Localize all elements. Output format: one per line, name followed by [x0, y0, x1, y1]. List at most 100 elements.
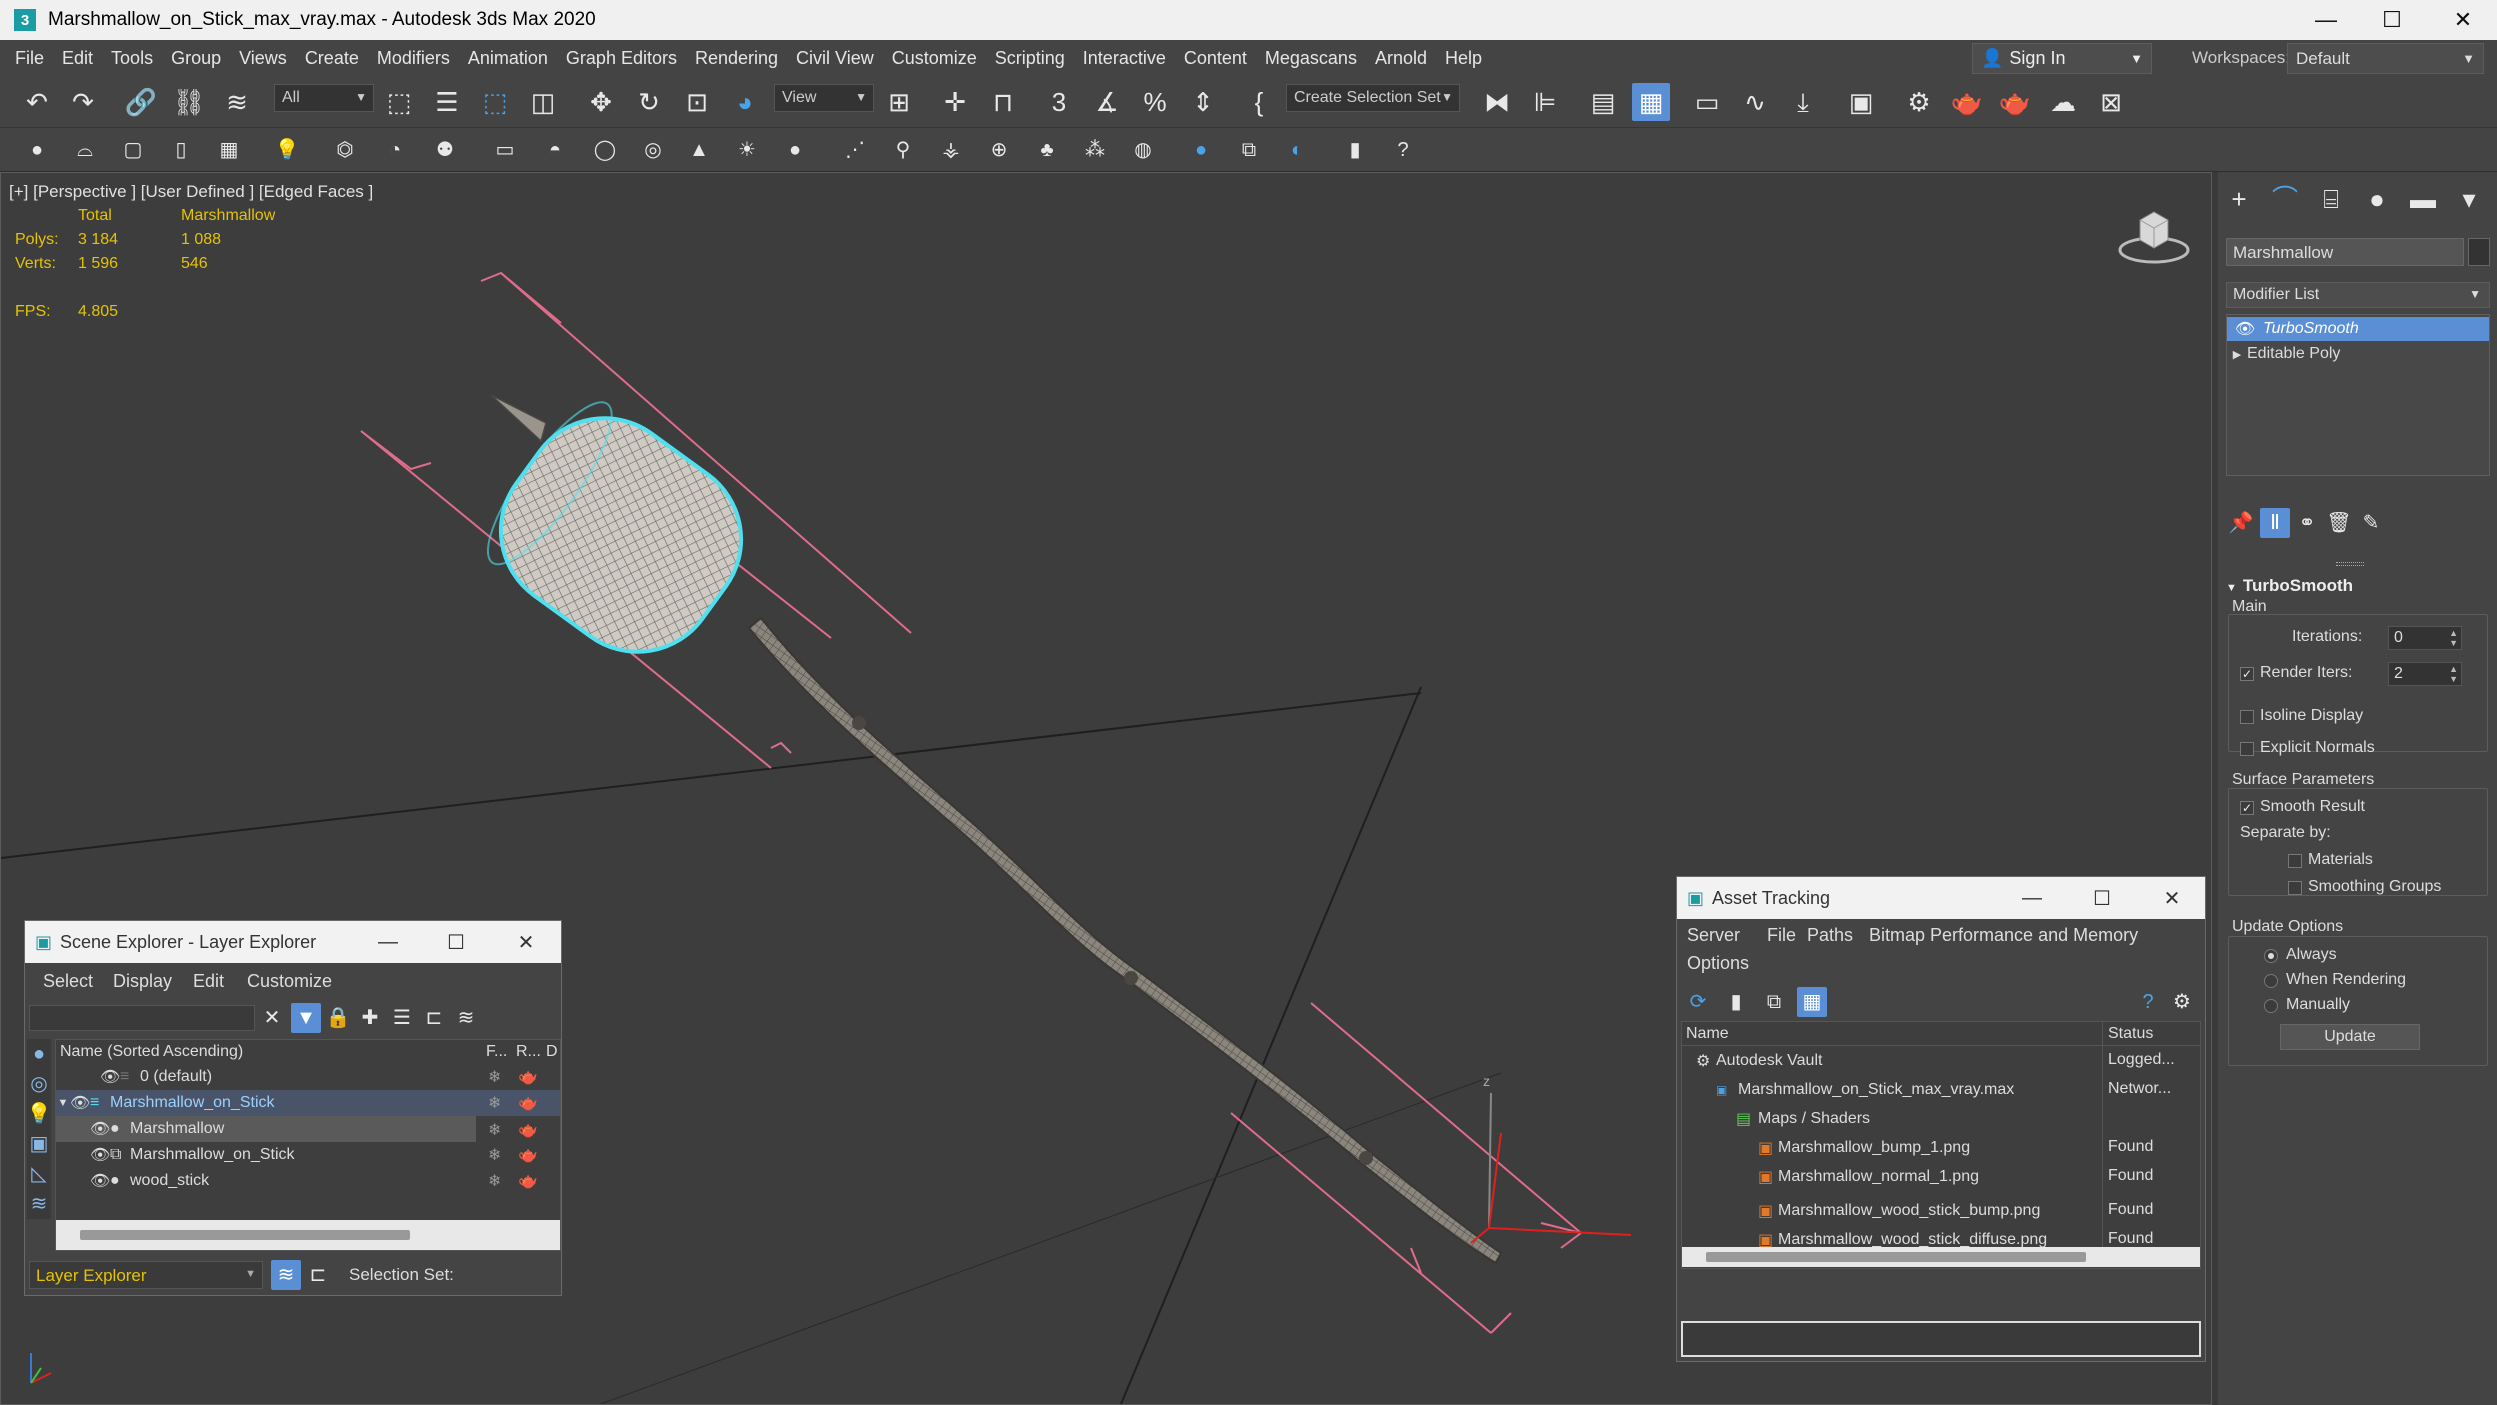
angle-snap-icon[interactable]: ∡: [1088, 83, 1126, 121]
box-icon[interactable]: ▢: [118, 135, 148, 165]
align-icon[interactable]: ⊫: [1526, 83, 1564, 121]
toggle-layer-explorer-icon[interactable]: ▦: [1632, 83, 1670, 121]
motion-tab-icon[interactable]: ●: [2358, 180, 2396, 218]
update-button[interactable]: Update: [2280, 1024, 2420, 1050]
col-name-header[interactable]: Name: [1686, 1025, 1729, 1043]
spinner-arrows-icon[interactable]: ▲ ▼: [2449, 664, 2458, 684]
eye-icon[interactable]: 👁: [100, 1067, 120, 1087]
mesh-icon[interactable]: ⚶: [936, 135, 966, 165]
freeze-icon[interactable]: ❄: [488, 1171, 501, 1191]
create-tab-plus-icon[interactable]: +: [2220, 180, 2258, 218]
render-iters-spinner[interactable]: 2 ▲ ▼: [2388, 662, 2462, 686]
at-menu-options[interactable]: Options: [1687, 953, 1749, 974]
menu-graph-editors[interactable]: Graph Editors: [557, 48, 686, 69]
display-tab-icon[interactable]: ▬: [2404, 180, 2442, 218]
sign-in-dropdown[interactable]: 👤 Sign In ▼: [1972, 43, 2152, 74]
configure-sets-icon[interactable]: ✎: [2356, 508, 2386, 538]
asset-row[interactable]: ▤ Maps / Shaders: [1736, 1106, 2096, 1132]
asset-row[interactable]: ⚙ Autodesk Vault: [1696, 1048, 2096, 1074]
menu-rendering[interactable]: Rendering: [686, 48, 787, 69]
render-vray-icon[interactable]: ◐: [1282, 135, 1312, 165]
layer-explorer-toggle-icon[interactable]: ≋: [271, 1260, 301, 1290]
table-view-icon[interactable]: ▦: [1797, 987, 1827, 1017]
reference-coord-dropdown[interactable]: View ▼: [774, 84, 874, 112]
smoothing-groups-checkbox[interactable]: [2288, 881, 2302, 895]
menu-file[interactable]: File: [6, 48, 53, 69]
snaps-toggle-icon[interactable]: 3: [1040, 83, 1078, 121]
render-element-icon[interactable]: ⚉: [430, 135, 460, 165]
menu-views[interactable]: Views: [230, 48, 296, 69]
se-menu-select[interactable]: Select: [43, 971, 93, 992]
pin-stack-icon[interactable]: 📌: [2226, 508, 2256, 538]
when-rendering-radio[interactable]: [2264, 974, 2278, 988]
frame-buffer-icon[interactable]: ⧉: [1234, 135, 1264, 165]
render-in-cloud-icon[interactable]: ☁: [2044, 83, 2082, 121]
spinner-arrows-icon[interactable]: ▲ ▼: [2449, 628, 2458, 648]
at-hscroll-track[interactable]: [1682, 1247, 2200, 1267]
viewport-label[interactable]: [+] [Perspective ] [User Defined ] [Edge…: [9, 182, 373, 202]
menu-group[interactable]: Group: [162, 48, 230, 69]
menu-animation[interactable]: Animation: [459, 48, 557, 69]
stack-layers-icon[interactable]: ≋: [451, 1003, 481, 1033]
shape-filter-icon[interactable]: ◎: [24, 1069, 54, 1099]
menu-tools[interactable]: Tools: [102, 48, 162, 69]
sphere-helper-icon[interactable]: ◔: [380, 135, 410, 165]
scatter-icon[interactable]: ⁂: [1080, 135, 1110, 165]
select-manipulate-icon[interactable]: ✛: [936, 83, 974, 121]
undo-icon[interactable]: ↶: [18, 83, 56, 121]
light-icon[interactable]: 💡: [272, 135, 302, 165]
manually-radio[interactable]: [2264, 999, 2278, 1013]
scale-icon[interactable]: ⊡: [678, 83, 716, 121]
refresh-icon[interactable]: ⟳: [1683, 987, 1713, 1017]
spacewarp-filter-icon[interactable]: ≋: [24, 1189, 54, 1219]
helper-filter-icon[interactable]: ◺: [24, 1159, 54, 1189]
menu-help[interactable]: Help: [1436, 48, 1491, 69]
torus-icon[interactable]: ◎: [638, 135, 668, 165]
asset-row[interactable]: ▣ Marshmallow_normal_1.png: [1758, 1164, 2098, 1190]
minimize-button[interactable]: —: [353, 921, 423, 963]
camera-filter-icon[interactable]: ▣: [24, 1129, 54, 1159]
render-layout-icon[interactable]: ⊠: [2092, 83, 2130, 121]
render-production-icon[interactable]: 🫖: [1996, 83, 2034, 121]
se-menu-display[interactable]: Display: [113, 971, 172, 992]
hierarchy-toggle-icon[interactable]: ⊏: [303, 1260, 333, 1290]
fur-icon[interactable]: ⚲: [888, 135, 918, 165]
freeze-icon[interactable]: ❄: [488, 1067, 501, 1087]
rotate-icon[interactable]: ↻: [630, 83, 668, 121]
minimize-button[interactable]: —: [1997, 877, 2067, 919]
menu-interactive[interactable]: Interactive: [1074, 48, 1175, 69]
dome-icon[interactable]: ◓: [540, 135, 570, 165]
eye-icon[interactable]: 👁: [90, 1119, 110, 1139]
chevron-right-icon[interactable]: ▶: [2227, 348, 2247, 361]
redo-icon[interactable]: ↷: [64, 83, 102, 121]
help-icon[interactable]: ?: [2133, 987, 2163, 1017]
show-end-result-icon[interactable]: Ⅱ: [2260, 508, 2290, 538]
eye-icon[interactable]: 👁: [70, 1093, 90, 1113]
column-divider[interactable]: [2102, 1022, 2103, 1200]
viewcube-icon[interactable]: [2116, 200, 2192, 270]
make-unique-icon[interactable]: ⚭: [2292, 508, 2322, 538]
render-teapot-icon[interactable]: 🫖: [518, 1171, 538, 1191]
globe-icon[interactable]: ⊕: [984, 135, 1014, 165]
rollout-title[interactable]: ▼ TurboSmooth: [2226, 576, 2353, 596]
workspaces-dropdown[interactable]: Default ▼: [2287, 43, 2484, 74]
asset-path-field[interactable]: [1681, 1321, 2201, 1357]
stack-item-turbosmooth[interactable]: 👁 TurboSmooth: [2227, 317, 2489, 341]
tree-row[interactable]: 👁 ● Marshmallow: [56, 1116, 476, 1142]
selection-filter-dropdown[interactable]: All ▼: [274, 84, 374, 112]
remove-modifier-icon[interactable]: 🗑: [2324, 508, 2354, 538]
menu-scripting[interactable]: Scripting: [986, 48, 1074, 69]
close-button[interactable]: ✕: [2137, 877, 2207, 919]
proxy-icon[interactable]: ⋰: [840, 135, 870, 165]
at-menu-server[interactable]: Server: [1687, 925, 1740, 946]
settings-gear-icon[interactable]: ⚙: [2167, 987, 2197, 1017]
cylinder-icon[interactable]: ▯: [166, 135, 196, 165]
freeze-icon[interactable]: ❄: [488, 1093, 501, 1113]
modify-tab-icon[interactable]: ⌒: [2266, 180, 2304, 218]
maximize-button[interactable]: ☐: [2067, 877, 2137, 919]
col-status-header[interactable]: Status: [2108, 1025, 2153, 1043]
material-editor-icon[interactable]: ▣: [1842, 83, 1880, 121]
spinner-snap-icon[interactable]: ⇕: [1184, 83, 1222, 121]
geometry-filter-icon[interactable]: ●: [24, 1039, 54, 1069]
isoline-display-checkbox[interactable]: [2240, 710, 2254, 724]
